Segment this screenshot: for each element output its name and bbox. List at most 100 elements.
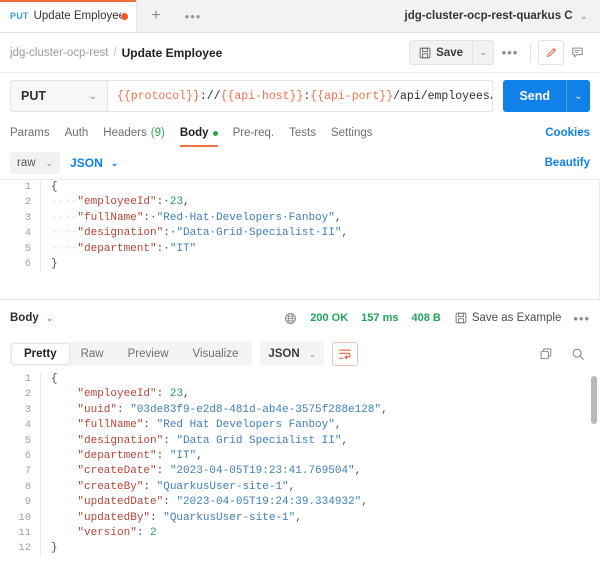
response-body-viewer[interactable]: 1{2 "employeeId": 23,3 "uuid": "03de83f9… [0, 372, 600, 567]
line-number: 9 [0, 495, 40, 510]
tab-tests[interactable]: Tests [289, 119, 316, 147]
code-token: "designation" [77, 435, 163, 447]
comments-button[interactable] [564, 40, 590, 65]
code-token: "employeeId" [77, 196, 156, 208]
code-token: ···· [51, 196, 77, 208]
search-response-button[interactable] [566, 342, 590, 366]
body-format-value: JSON [70, 156, 103, 170]
response-scrollbar-thumb[interactable] [591, 376, 597, 424]
environment-selector[interactable]: jdg-cluster-ocp-rest-quarkus C ⌄ [399, 0, 600, 32]
code-line-content: "designation": "Data Grid Specialist II"… [40, 434, 600, 449]
edit-button[interactable] [538, 40, 564, 65]
save-options-button[interactable]: ⌄ [472, 40, 494, 65]
tab-overflow-menu-icon[interactable]: ••• [175, 0, 211, 32]
response-body-select[interactable]: Body ⌄ [10, 312, 53, 324]
code-line: 5····"department":·"IT" [0, 242, 600, 257]
environment-name: jdg-cluster-ocp-rest-quarkus C [405, 10, 573, 22]
code-line: 4 "fullName": "Red Hat Developers Fanboy… [0, 418, 600, 433]
code-token: "QuarkusUser-site-1" [157, 481, 289, 493]
request-more-menu-icon[interactable]: ••• [497, 40, 523, 65]
tab-tests-label: Tests [289, 127, 316, 139]
response-view-tabs: Pretty Raw Preview Visualize JSON ⌄ [0, 336, 600, 372]
code-token: "employeeId" [77, 388, 156, 400]
beautify-link[interactable]: Beautify [545, 157, 590, 169]
request-tab-update-employee[interactable]: PUT Update Employee [0, 0, 137, 32]
http-method-select[interactable]: PUT ⌄ [10, 80, 108, 112]
code-token: : [150, 512, 163, 524]
code-token: 23 [170, 196, 183, 208]
code-line-content: { [40, 372, 600, 387]
chevron-down-icon: ⌄ [111, 158, 119, 169]
code-token: "uuid" [77, 404, 117, 416]
send-button[interactable]: Send [503, 80, 566, 112]
body-mode-select[interactable]: raw ⌄ [10, 152, 60, 174]
code-token [51, 512, 77, 524]
request-body-editor[interactable]: 1{2····"employeeId":·23,3····"fullName":… [0, 179, 600, 299]
code-line: 1{ [0, 372, 600, 387]
tab-pre-request[interactable]: Pre-req. [233, 119, 275, 147]
chevron-down-icon: ⌄ [46, 158, 54, 169]
code-token: ···· [51, 212, 77, 224]
url-input[interactable]: {{protocol}}://{{api-host}}:{{api-port}}… [108, 80, 493, 112]
code-line-content: "department": "IT", [40, 449, 600, 464]
tab-strip: PUT Update Employee + ••• jdg-cluster-oc… [0, 0, 600, 33]
tab-auth-label: Auth [65, 127, 89, 139]
cookies-link[interactable]: Cookies [545, 127, 590, 139]
code-token: , [335, 419, 342, 431]
code-token [51, 450, 77, 462]
response-tab-pretty[interactable]: Pretty [12, 344, 69, 364]
code-token: "Data·Grid·Specialist·II" [176, 227, 341, 239]
code-token: { [51, 373, 58, 385]
response-body-code: 1{2 "employeeId": 23,3 "uuid": "03de83f9… [0, 372, 600, 557]
code-token: , [341, 435, 348, 447]
tab-body[interactable]: Body [180, 119, 218, 147]
code-token: : [163, 496, 176, 508]
tab-params[interactable]: Params [10, 119, 50, 147]
code-line: 3 "uuid": "03de83f9-e2d8-481d-ab4e-3575f… [0, 403, 600, 418]
tab-settings[interactable]: Settings [331, 119, 373, 147]
code-token: : [157, 388, 170, 400]
response-status-bar: Body ⌄ 200 OK 157 ms 408 B Save as Examp… [0, 300, 600, 336]
url-bar: PUT ⌄ {{protocol}}://{{api-host}}:{{api-… [0, 73, 600, 119]
response-format-select[interactable]: JSON ⌄ [260, 342, 324, 366]
code-token [51, 465, 77, 477]
http-method-value: PUT [21, 89, 89, 103]
code-line: 2 "employeeId": 23, [0, 387, 600, 402]
url-variable: {{api-host}} [221, 90, 304, 103]
code-token: , [295, 512, 302, 524]
body-format-select[interactable]: JSON ⌄ [70, 156, 118, 170]
save-as-example-button[interactable]: Save as Example [455, 312, 562, 324]
save-button-label: Save [436, 47, 463, 59]
wrap-lines-button[interactable] [332, 342, 358, 366]
line-number: 10 [0, 511, 40, 526]
line-number: 5 [0, 242, 40, 257]
line-number: 2 [0, 195, 40, 210]
chevron-down-icon: ⌄ [309, 349, 317, 360]
tab-auth[interactable]: Auth [65, 119, 89, 147]
tab-body-label: Body [180, 127, 209, 139]
response-more-menu-icon[interactable]: ••• [573, 311, 590, 326]
line-number: 1 [0, 372, 40, 387]
code-token: "department" [77, 243, 156, 255]
line-number: 11 [0, 526, 40, 541]
new-tab-button[interactable]: + [137, 0, 175, 32]
response-tab-raw[interactable]: Raw [69, 344, 116, 364]
line-number: 2 [0, 387, 40, 402]
copy-response-button[interactable] [534, 342, 558, 366]
line-number: 3 [0, 403, 40, 418]
response-tab-preview[interactable]: Preview [116, 344, 181, 364]
response-tab-visualize[interactable]: Visualize [181, 344, 251, 364]
tab-headers[interactable]: Headers (9) [103, 119, 165, 147]
url-path-segment: /api/employees/23 [393, 90, 493, 103]
save-button[interactable]: Save [409, 40, 472, 65]
send-options-button[interactable]: ⌄ [566, 80, 590, 112]
pencil-icon [545, 46, 558, 59]
code-line-content: "employeeId": 23, [40, 387, 600, 402]
code-token: } [51, 542, 58, 554]
toolbar-divider [530, 44, 531, 62]
code-token: : [157, 465, 170, 477]
code-token [51, 435, 77, 447]
breadcrumb-collection[interactable]: jdg-cluster-ocp-rest [10, 47, 108, 59]
code-token: "Data Grid Specialist II" [176, 435, 341, 447]
breadcrumb-bar: jdg-cluster-ocp-rest / Update Employee S… [0, 33, 600, 73]
